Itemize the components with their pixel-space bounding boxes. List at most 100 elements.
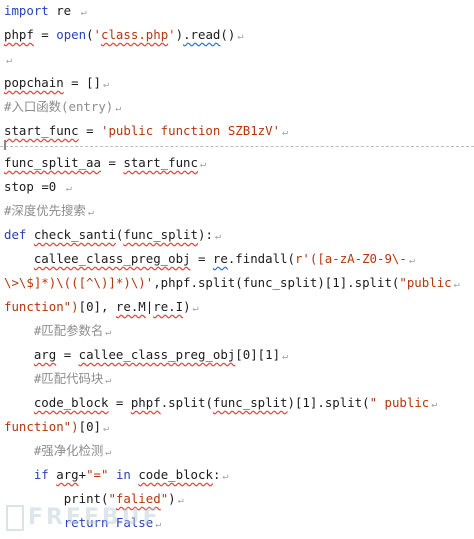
code-token: func_split [123,227,198,242]
code-line[interactable]: arg = callee_class_preg_obj[0][1] ↵ [4,346,288,364]
code-token: #入口函数(entry) [4,99,114,114]
code-token: re.M [115,299,146,314]
code-token: r'([a-zA-Z0-9\- [294,251,407,266]
code-token: ) [168,491,176,506]
code-token: func_split_aa [4,155,101,170]
paragraph-mark-icon: ↵ [105,375,112,386]
code-token: = [78,123,101,138]
code-line[interactable]: function")[0] ↵ [4,418,109,436]
code-line[interactable]: #匹配代码块 ↵ [4,370,111,388]
code-token: function") [4,419,79,434]
code-token: print( [63,491,109,506]
code-token: + [78,467,87,482]
paragraph-mark-icon: ↵ [199,159,207,170]
code-token: re.I [153,299,184,314]
code-token: code_block [33,395,109,410]
code-line[interactable]: import re ↵ [4,2,87,20]
code-token: .read [183,27,221,42]
code-token: = [] [63,75,101,90]
code-token: falied [115,491,161,506]
code-token: [0], [78,299,116,314]
code-line[interactable]: function")[0], re.M|re.I) ↵ [4,298,199,316]
paragraph-mark-icon: ↵ [222,471,229,482]
code-line[interactable]: \>\$]*)\(([^\)]*)\)',phpf.split(func_spl… [4,274,460,292]
code-token: phpf [4,27,34,42]
code-line[interactable]: stop =0 ↵ [4,178,72,196]
code-token: import [4,3,49,18]
code-token: = [108,395,131,410]
code-token: () [220,27,236,42]
code-line[interactable]: if arg+"=" in code_block: ↵ [4,466,229,484]
paragraph-mark-icon: ↵ [103,79,110,90]
code-token: = [56,347,79,362]
code-token: = [41,179,49,194]
paragraph-mark-icon: ↵ [431,399,438,410]
code-line[interactable]: func_split_aa = start_func ↵ [4,154,206,172]
paragraph-mark-icon: ↵ [6,55,13,66]
code-token: ): [197,227,213,242]
code-token: popchain [4,75,64,90]
code-line[interactable]: def check_santi(func_split): ↵ [4,226,221,244]
code-token: "public [399,275,452,290]
paragraph-mark-icon: ↵ [282,127,289,138]
code-token: arg [56,467,79,482]
code-token: open [56,27,87,42]
code-line[interactable]: phpf = open('class.php').read() ↵ [4,26,243,44]
paragraph-mark-icon: ↵ [214,231,221,242]
code-line[interactable]: callee_class_preg_obj = re.findall(r'([a… [4,250,415,268]
paragraph-mark-icon: ↵ [408,255,415,266]
text-cursor [4,140,6,150]
code-token: .findall( [227,251,295,266]
code-line[interactable]: code_block = phpf.split(func_split)[1].s… [4,394,437,412]
code-token: \>\$]*)\(([^\)]*)\)' [4,275,154,290]
code-token: ) [183,299,191,314]
code-token: [0][1] [235,347,281,362]
code-token: function") [4,299,79,314]
code-token: 'public function SZB1zV' [101,123,281,138]
code-token: #匹配参数名 [33,323,104,338]
code-token: .split( [160,395,213,410]
code-token: ' [168,27,176,42]
code-token: re [48,3,79,18]
code-token: : [212,467,221,482]
code-line[interactable]: #深度优先搜索 ↵ [4,202,94,220]
code-token: stop [4,179,42,194]
code-editor[interactable]: import re ↵ phpf = open('class.php').read… [0,0,474,539]
code-line[interactable]: ↵ [4,50,12,68]
code-token: [0] [78,419,101,434]
code-token: ( [86,27,94,42]
paragraph-mark-icon: ↵ [105,447,112,458]
code-token: #深度优先搜索 [4,203,86,218]
code-token: code_block [138,467,213,482]
code-token: ,phpf.split(func_split)[1].split( [153,275,400,290]
code-token: )[1].split( [287,395,370,410]
paragraph-mark-icon: ↵ [103,423,110,434]
paragraph-mark-icon: ↵ [192,303,199,314]
code-line[interactable]: #强净化检测 ↵ [4,442,111,460]
code-token: func_split [212,395,288,410]
code-line[interactable]: start_func = 'public function SZB1zV' ↵ [4,122,288,140]
code-token: "=" [86,467,109,482]
code-token: = [100,155,124,170]
code-token: class.php [101,27,169,42]
code-token: phpf [130,395,161,410]
code-token: = [33,27,57,42]
code-token: = [190,251,213,266]
code-token: ' [93,27,102,42]
code-line[interactable]: #匹配参数名 ↵ [4,322,111,340]
code-token: if [33,467,57,482]
code-line[interactable]: #入口函数(entry) ↵ [4,98,121,116]
watermark-logo: FREEBUF [6,505,206,535]
paragraph-mark-icon: ↵ [453,279,460,290]
paragraph-mark-icon: ↵ [65,183,72,194]
code-token: " [108,491,116,506]
code-token: ) [175,27,184,42]
code-line[interactable]: popchain = [] ↵ [4,74,109,92]
code-token: start_func [123,155,198,170]
code-token: " public [369,395,430,410]
